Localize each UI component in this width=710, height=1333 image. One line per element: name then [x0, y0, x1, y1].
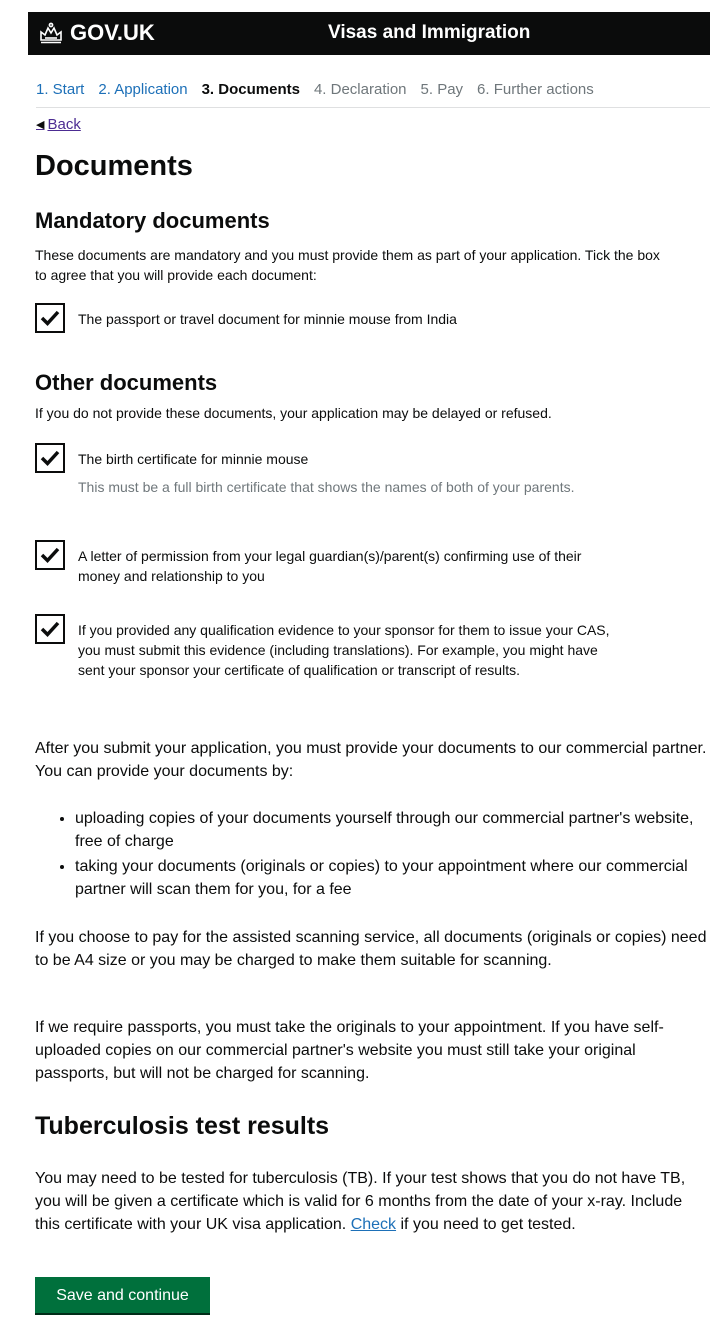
other-intro: If you do not provide these documents, y…	[35, 405, 552, 421]
tb-text: You may need to be tested for tuberculos…	[35, 1167, 707, 1236]
other-check-letter-of-permission[interactable]: A letter of permission from your legal g…	[35, 540, 618, 586]
birth-certificate-label: The birth certificate for minnie mouse	[78, 451, 309, 467]
checkmark-icon	[40, 310, 60, 327]
checkmark-icon	[40, 450, 60, 467]
checkbox-qualification-evidence[interactable]	[35, 614, 65, 644]
checkmark-icon	[40, 621, 60, 638]
govuk-logo-link[interactable]: GOV.UK	[38, 19, 155, 47]
passport-label: The passport or travel document for minn…	[78, 311, 457, 327]
step-application[interactable]: 2. Application	[98, 80, 187, 100]
save-and-continue-button[interactable]: Save and continue	[35, 1277, 210, 1313]
other-check-qualification-evidence[interactable]: If you provided any qualification eviden…	[35, 614, 618, 680]
birth-certificate-text: The birth certificate for minnie mouse T…	[78, 443, 618, 497]
checkbox-letter-of-permission[interactable]	[35, 540, 65, 570]
submission-intro: After you submit your application, you m…	[35, 740, 707, 780]
step-divider	[36, 107, 710, 108]
tb-text-after: if you need to get tested.	[396, 1216, 576, 1233]
step-declaration: 4. Declaration	[313, 81, 407, 98]
assisted-scanning-text: If you choose to pay for the assisted sc…	[35, 929, 707, 969]
passports-text: If we require passports, you must take t…	[35, 1019, 664, 1082]
back-arrow-icon: ◀	[36, 119, 45, 131]
other-check-birth-certificate[interactable]: The birth certificate for minnie mouse T…	[35, 443, 618, 497]
step-start[interactable]: 1. Start	[36, 80, 84, 100]
crown-icon	[40, 22, 62, 44]
submission-options-list: uploading copies of your documents yours…	[35, 807, 710, 903]
step-pay: 5. Pay	[420, 81, 464, 98]
back-link[interactable]: ◀ Back	[36, 115, 81, 135]
brand-text: GOV.UK	[70, 20, 155, 45]
step-navigation: 1. Start 2. Application 3. Documents 4. …	[36, 80, 710, 100]
list-item: uploading copies of your documents yours…	[75, 807, 710, 853]
tb-check-link[interactable]: Check	[351, 1216, 396, 1233]
header-bar: GOV.UK Visas and Immigration	[28, 12, 710, 55]
qualification-evidence-label: If you provided any qualification eviden…	[78, 622, 610, 678]
page-title: Documents	[35, 150, 193, 182]
service-name-link[interactable]: Visas and Immigration	[328, 20, 530, 46]
mandatory-check-passport[interactable]: The passport or travel document for minn…	[35, 303, 618, 333]
back-label: Back	[47, 116, 81, 133]
checkmark-icon	[40, 547, 60, 564]
checkbox-passport[interactable]	[35, 303, 65, 333]
step-documents: 3. Documents	[201, 81, 300, 98]
other-heading: Other documents	[35, 370, 218, 395]
checkbox-birth-certificate[interactable]	[35, 443, 65, 473]
mandatory-heading: Mandatory documents	[35, 208, 270, 233]
tb-heading: Tuberculosis test results	[35, 1112, 330, 1140]
page: GOV.UK Visas and Immigration 1. Start 2.…	[0, 0, 710, 1333]
list-item: taking your documents (originals or copi…	[75, 855, 710, 901]
birth-certificate-hint: This must be a full birth certificate th…	[78, 479, 575, 495]
mandatory-intro: These documents are mandatory and you mu…	[35, 247, 660, 283]
letter-of-permission-label: A letter of permission from your legal g…	[78, 548, 582, 584]
step-further-actions: 6. Further actions	[477, 81, 594, 98]
